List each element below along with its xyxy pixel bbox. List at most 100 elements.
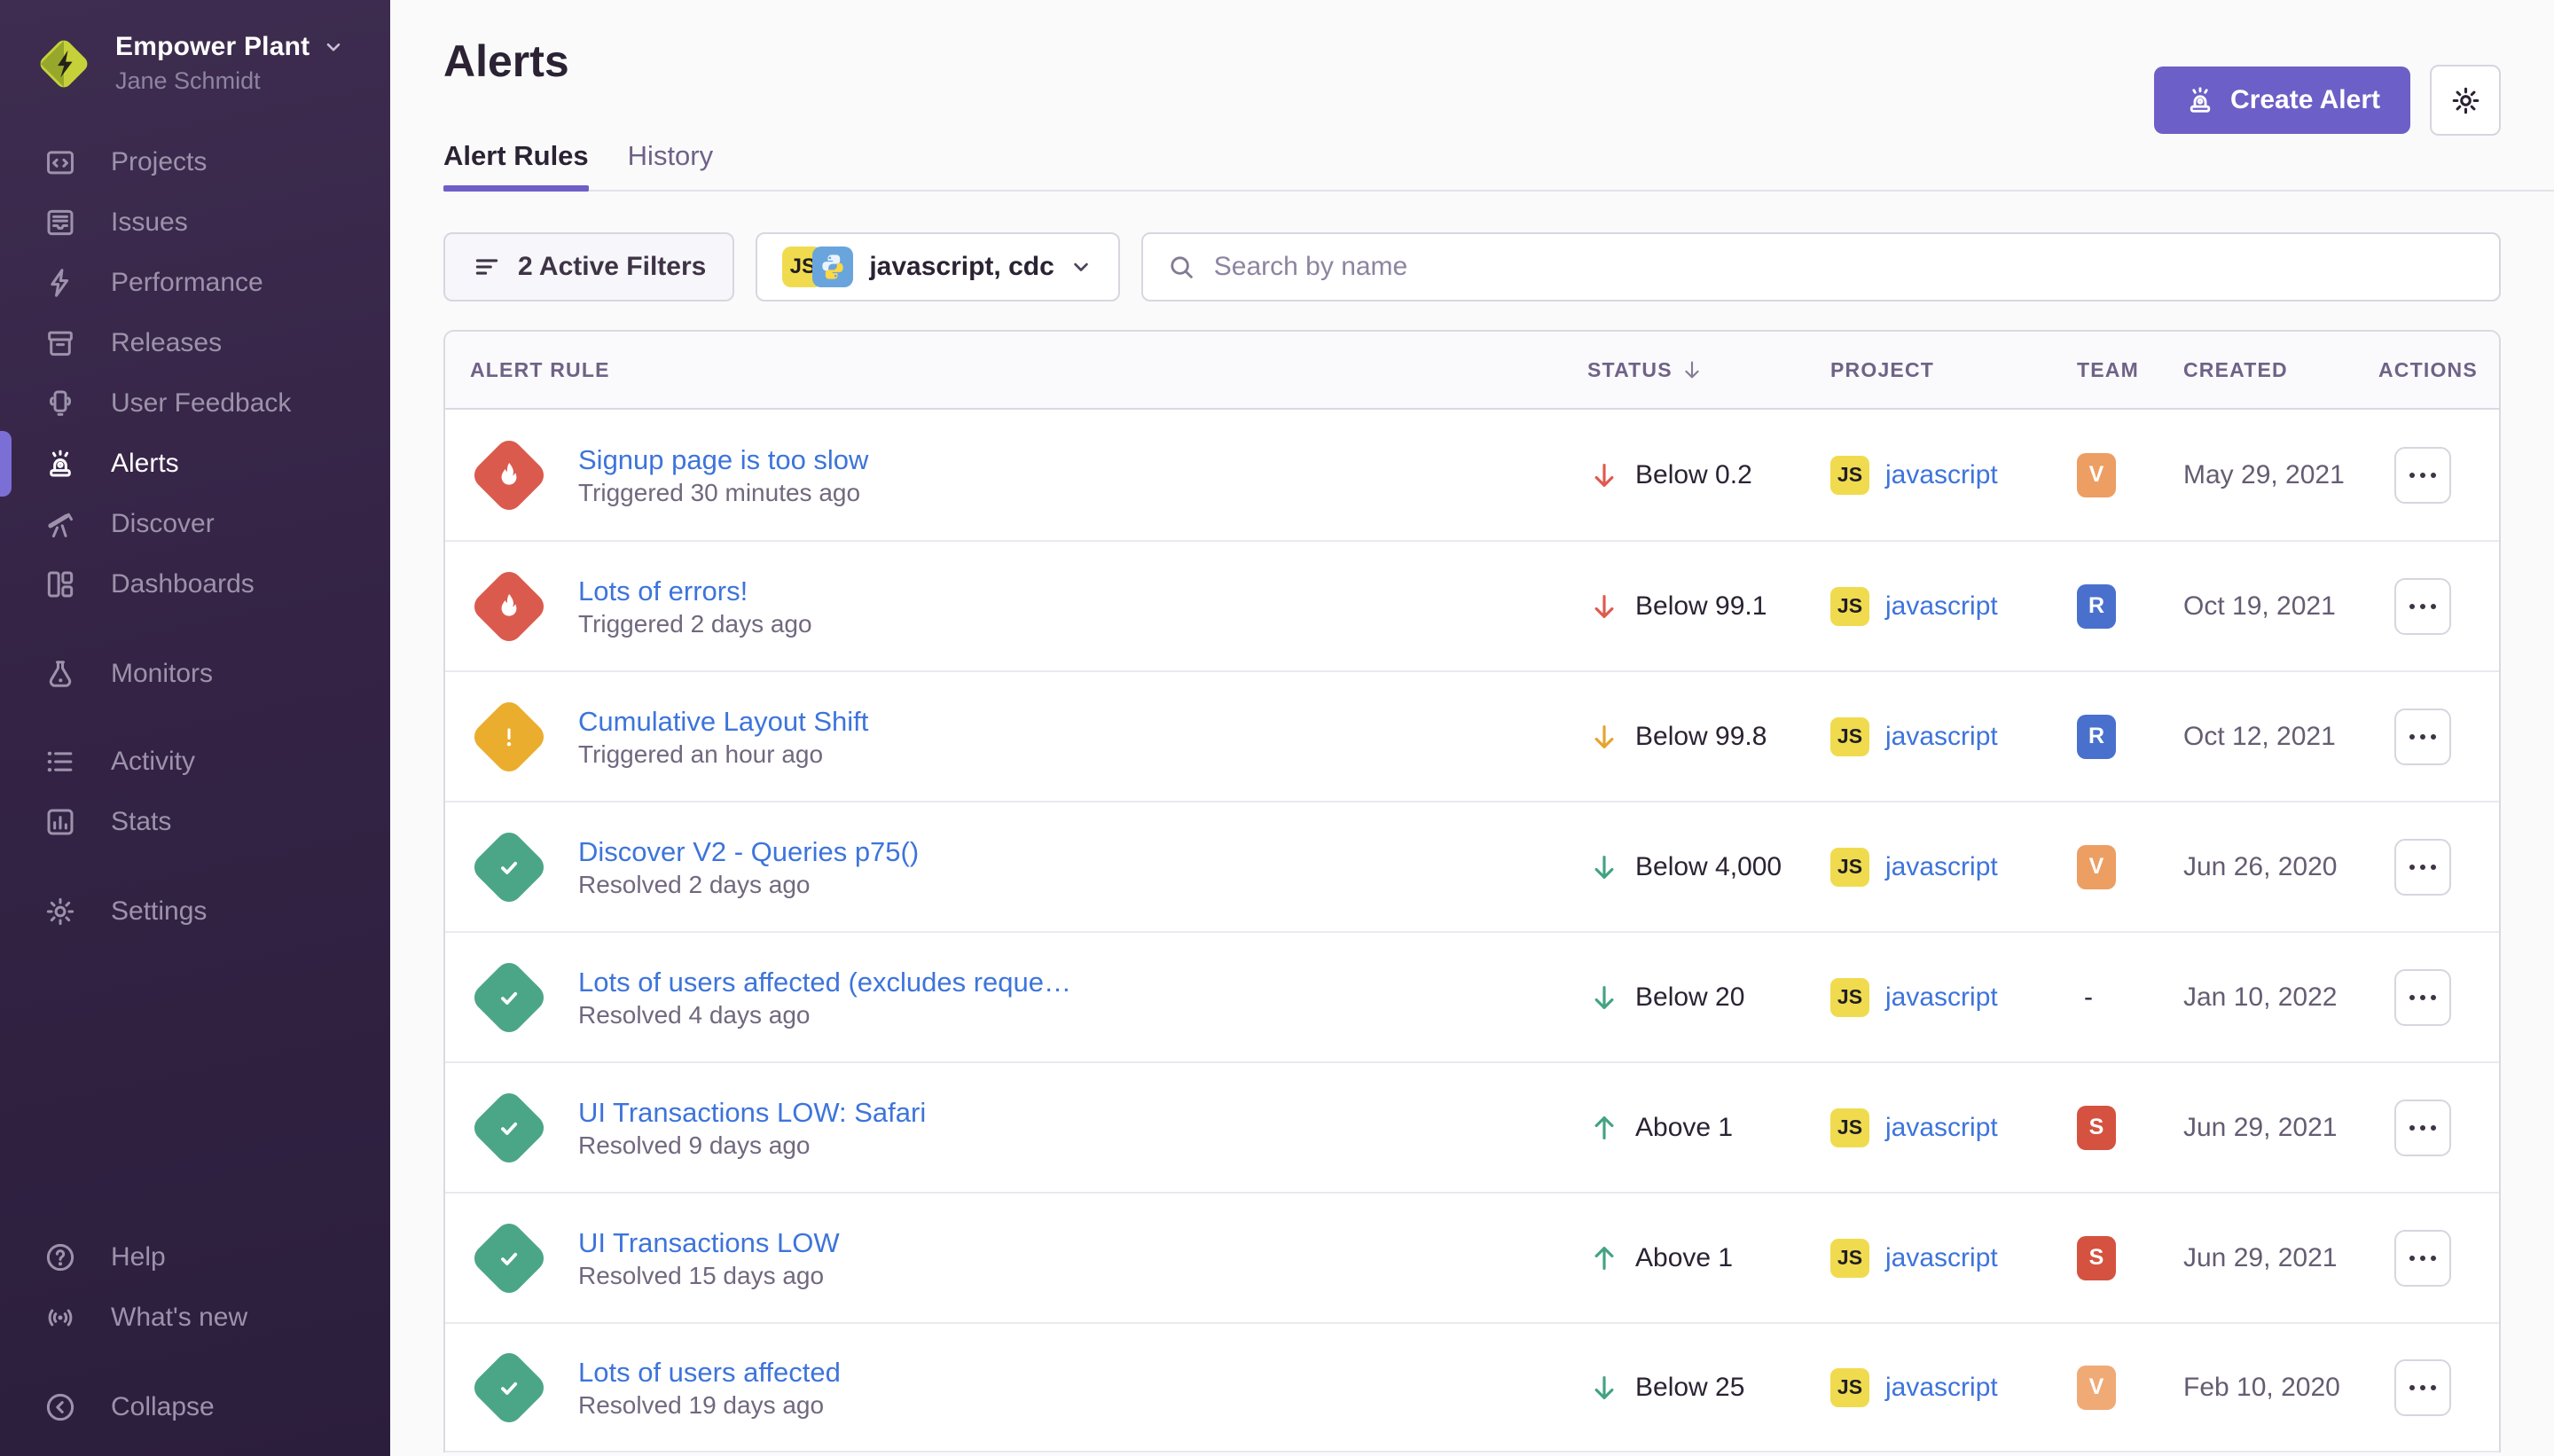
row-actions-button[interactable] <box>2394 839 2451 896</box>
alert-rule-link[interactable]: Lots of errors! <box>578 574 812 609</box>
alert-rule-link[interactable]: Lots of users affected <box>578 1355 841 1390</box>
project-cell: JSjavascript <box>1830 717 2077 756</box>
column-header-team[interactable]: TEAM <box>2077 358 2183 382</box>
row-actions-button[interactable] <box>2394 969 2451 1026</box>
project-link[interactable]: javascript <box>1885 591 1998 622</box>
project-cell: JS javascript <box>1830 587 2077 626</box>
check-icon <box>491 849 527 885</box>
check-icon <box>491 980 527 1015</box>
sidebar-item-issues[interactable]: Issues <box>0 192 390 253</box>
sidebar-item-discover[interactable]: Discover <box>0 494 390 554</box>
sidebar-item-what-s-new[interactable]: What's new <box>0 1288 390 1348</box>
team-badge: R <box>2077 715 2116 759</box>
org-user-name: Jane Schmidt <box>115 67 345 95</box>
sidebar-item-label: Stats <box>111 807 171 837</box>
project-link[interactable]: javascript <box>1885 1243 1998 1273</box>
create-alert-button[interactable]: Create Alert <box>2154 67 2410 134</box>
check-icon <box>491 1110 527 1146</box>
actions-cell <box>2378 447 2499 504</box>
sidebar-item-label: Settings <box>111 896 207 927</box>
sidebar-item-user-feedback[interactable]: User Feedback <box>0 373 390 434</box>
project-cell: JSjavascript <box>1830 848 2077 887</box>
project-link[interactable]: javascript <box>1885 852 1998 882</box>
sidebar-item-projects[interactable]: Projects <box>0 132 390 192</box>
table-row: Lots of users affectedResolved 19 days a… <box>445 1322 2499 1452</box>
row-actions-button[interactable] <box>2394 578 2451 635</box>
project-link[interactable]: javascript <box>1885 460 1998 490</box>
trend-up-icon <box>1587 1241 1621 1275</box>
row-actions-button[interactable] <box>2394 708 2451 765</box>
status-text: Below 99.8 <box>1635 722 1767 752</box>
alert-rule-link[interactable]: UI Transactions LOW <box>578 1225 840 1261</box>
sidebar-item-releases[interactable]: Releases <box>0 313 390 373</box>
active-filters-button[interactable]: 2 Active Filters <box>443 232 734 301</box>
sidebar-item-help[interactable]: Help <box>0 1227 390 1288</box>
column-header-created[interactable]: CREATED <box>2183 358 2378 382</box>
trend-arrow-icon <box>1587 1111 1621 1145</box>
sidebar-item-settings[interactable]: Settings <box>0 881 390 942</box>
user-feedback-icon <box>43 387 77 420</box>
project-selector[interactable]: JS javascript, cdc <box>756 232 1119 301</box>
alert-rule-cell: Lots of users affected (excludes reque…R… <box>445 965 1587 1030</box>
alert-rule-link[interactable]: UI Transactions LOW: Safari <box>578 1095 926 1131</box>
tab-alert-rules[interactable]: Alert Rules <box>443 140 589 190</box>
team-cell: S <box>2077 1236 2183 1280</box>
alert-rule-cell: Lots of errors!Triggered 2 days ago <box>445 574 1587 639</box>
projects-icon <box>43 145 77 179</box>
sidebar-item-dashboards[interactable]: Dashboards <box>0 554 390 614</box>
project-link[interactable]: javascript <box>1885 1373 1998 1403</box>
alert-rule-link[interactable]: Discover V2 - Queries p75() <box>578 834 919 870</box>
actions-cell <box>2378 839 2499 896</box>
sidebar-item-collapse[interactable]: Collapse <box>0 1377 390 1437</box>
column-header-project[interactable]: PROJECT <box>1830 358 2077 382</box>
check-icon <box>491 1370 527 1405</box>
filter-row: 2 Active Filters JS javascript, cdc <box>443 232 2501 301</box>
alert-rule-link[interactable]: Lots of users affected (excludes reque… <box>578 965 1071 1000</box>
alert-rule-link[interactable]: Cumulative Layout Shift <box>578 704 868 740</box>
sidebar-item-stats[interactable]: Stats <box>0 792 390 852</box>
alert-rule-activity: Triggered an hour ago <box>578 740 823 768</box>
row-actions-button[interactable] <box>2394 1359 2451 1416</box>
project-link[interactable]: javascript <box>1885 722 1998 752</box>
sidebar-item-monitors[interactable]: Monitors <box>0 644 390 704</box>
sidebar-item-activity[interactable]: Activity <box>0 732 390 792</box>
trend-arrow-icon <box>1587 590 1621 623</box>
row-actions-button[interactable] <box>2394 447 2451 504</box>
alert-rule-cell: Lots of users affectedResolved 19 days a… <box>445 1355 1587 1421</box>
alert-rule-cell: Signup page is too slowTriggered 30 minu… <box>445 442 1587 508</box>
trend-down-icon <box>1587 850 1621 884</box>
team-cell: S <box>2077 1106 2183 1150</box>
alert-rule-link[interactable]: Signup page is too slow <box>578 442 868 478</box>
org-switcher[interactable]: Empower Plant Jane Schmidt <box>0 0 390 95</box>
sidebar-item-performance[interactable]: Performance <box>0 253 390 313</box>
column-header-alert-rule[interactable]: ALERT RULE <box>445 358 1587 382</box>
trend-down-icon <box>1587 590 1621 623</box>
table-body: Signup page is too slowTriggered 30 minu… <box>445 410 2499 1452</box>
alert-rule-activity: Resolved 2 days ago <box>578 871 811 898</box>
sidebar-item-label: Help <box>111 1242 166 1272</box>
resolved-status-icon <box>469 1087 550 1168</box>
project-link[interactable]: javascript <box>1885 982 1998 1013</box>
status-text: Below 20 <box>1635 982 1744 1013</box>
project-link[interactable]: javascript <box>1885 1113 1998 1143</box>
column-header-status[interactable]: STATUS <box>1587 357 1830 382</box>
sidebar-item-alerts[interactable]: Alerts <box>0 434 390 494</box>
search-input[interactable] <box>1212 251 2476 283</box>
row-actions-button[interactable] <box>2394 1230 2451 1287</box>
org-name: Empower Plant <box>115 32 309 62</box>
row-actions-button[interactable] <box>2394 1100 2451 1156</box>
settings-button[interactable] <box>2430 65 2501 136</box>
column-header-actions[interactable]: ACTIONS <box>2378 358 2499 382</box>
status-cell: Below 0.2 <box>1587 458 1830 492</box>
javascript-platform-icon: JS <box>1830 587 1869 626</box>
settings-icon <box>43 895 77 928</box>
exclamation-icon <box>491 719 527 755</box>
team-badge: S <box>2077 1236 2116 1280</box>
status-text: Above 1 <box>1635 1113 1733 1143</box>
alert-rule-cell: UI Transactions LOW: SafariResolved 9 da… <box>445 1095 1587 1161</box>
chevron-down-icon <box>322 35 345 59</box>
tab-history[interactable]: History <box>628 140 713 190</box>
alert-rule-activity: Resolved 9 days ago <box>578 1131 811 1159</box>
alert-rule-cell: Cumulative Layout ShiftTriggered an hour… <box>445 704 1587 770</box>
search-field[interactable] <box>1141 232 2501 301</box>
